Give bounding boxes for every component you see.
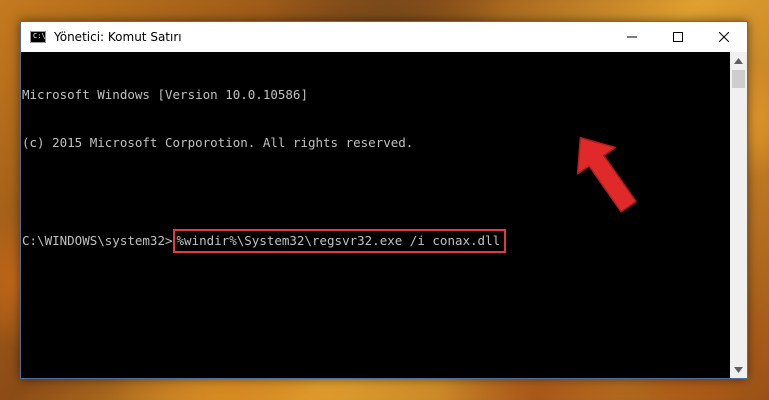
minimize-button[interactable]: [609, 22, 655, 52]
cmd-icon: C:\: [30, 31, 46, 43]
title-bar[interactable]: C:\ Yönetici: Komut Satırı: [21, 22, 747, 52]
close-icon: [719, 32, 729, 42]
maximize-button[interactable]: [655, 22, 701, 52]
minimize-icon: [627, 36, 637, 38]
maximize-icon: [673, 32, 683, 42]
scroll-up-button[interactable]: [730, 52, 747, 69]
command-input[interactable]: %windir%\System32\regsvr32.exe /i conax.…: [172, 229, 507, 253]
console-line-version: Microsoft Windows [Version 10.0.10586]: [22, 87, 308, 102]
red-arrow-icon: [576, 137, 637, 213]
scroll-down-icon: [734, 366, 743, 373]
scroll-down-button[interactable]: [730, 361, 747, 378]
close-button[interactable]: [701, 22, 747, 52]
console-prompt-line: C:\WINDOWS\system32> %windir%\System32\re…: [22, 229, 730, 253]
scrollbar-thumb[interactable]: [732, 70, 745, 88]
prompt-text: C:\WINDOWS\system32>: [22, 233, 173, 248]
window-title: Yönetici: Komut Satırı: [54, 30, 182, 44]
vertical-scrollbar[interactable]: [730, 52, 747, 378]
scroll-up-icon: [734, 57, 743, 64]
